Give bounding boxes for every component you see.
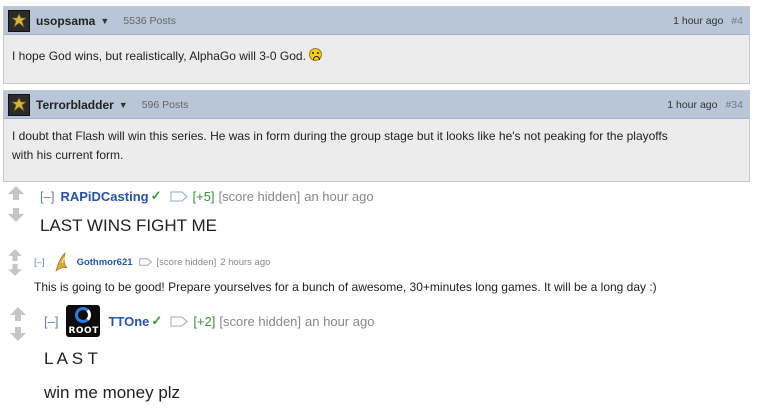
post-meta: 1 hour ago #4 [673,15,743,27]
score-hidden: [score hidden] [219,313,302,329]
post-body: I hope God wins, but realistically, Alph… [4,35,749,74]
frown-emoji-icon [308,48,322,61]
comment-score: [+5] [192,188,215,204]
forum-post: Terrorbladder ▼ 596 Posts 1 hour ago #34 … [3,90,750,182]
comment-text-line: L A S T [44,349,98,368]
vote-arrows [10,307,26,341]
post-author[interactable]: Terrorbladder [36,98,114,112]
downvote-arrow-icon[interactable] [10,327,26,341]
comment-time: an hour ago [305,313,375,329]
comment-author[interactable]: TTOne [108,314,149,329]
collapse-toggle[interactable]: [–] [40,189,54,204]
upvote-arrow-icon[interactable] [8,186,24,200]
post-text: I hope God wins, but realistically, Alph… [12,49,306,63]
vote-arrows [8,186,24,222]
chevron-down-icon[interactable]: ▼ [119,100,128,110]
verified-check-icon: ✓ [151,313,163,328]
post-meta: 1 hour ago #34 [667,99,743,111]
protoss-flair-icon [54,252,68,272]
upvote-arrow-icon[interactable] [10,307,26,321]
comment: [–] Gothmor621 [score hidden] 2 hours ag… [0,247,757,299]
flair-tag-icon [170,191,188,201]
comment: [–] ROOT TTOne ✓ [+2] [score hidden] an … [0,303,757,413]
collapse-toggle[interactable]: [–] [34,257,45,268]
verified-check-icon: ✓ [150,188,162,203]
post-number[interactable]: #34 [725,99,743,111]
comment-text: LAST WINS FIGHT ME [40,216,217,235]
score-hidden: [score hidden] [218,188,301,204]
guild-emblem-icon[interactable] [8,9,30,32]
downvote-arrow-icon[interactable] [8,208,24,222]
comment-score: [+2] [193,313,216,329]
flair-tag-icon [170,316,189,326]
comment-time: an hour ago [304,188,374,204]
post-time: 1 hour ago [667,98,718,111]
root-gaming-logo-icon: ROOT [66,305,101,337]
post-header: Terrorbladder ▼ 596 Posts 1 hour ago #34 [4,91,749,119]
comment-header: [–] ROOT TTOne ✓ [+2] [score hidden] an … [44,305,374,337]
comment-author[interactable]: RAPiDCasting [60,189,148,204]
post-author[interactable]: usopsama [36,14,95,28]
post-text-line: with his current form. [12,148,124,162]
root-logo-text: ROOT [68,326,99,336]
forum-post: usopsama ▼ 5536 Posts 1 hour ago #4 I hop… [3,6,750,84]
comment-text-line: win me money plz [44,383,181,402]
chevron-down-icon[interactable]: ▼ [100,16,109,26]
comment-time: 2 hours ago [220,256,271,268]
post-header: usopsama ▼ 5536 Posts 1 hour ago #4 [4,7,749,35]
post-body: I doubt that Flash will win this series.… [4,119,749,173]
vote-arrows [8,249,22,276]
comment-header: [–] RAPiDCasting ✓ [+5] [score hidden] a… [40,188,374,204]
post-number[interactable]: #4 [731,15,743,27]
collapse-toggle[interactable]: [–] [44,314,58,329]
flair-tag-icon [138,258,152,266]
post-text-line: I doubt that Flash will win this series.… [12,129,668,143]
comment: [–] RAPiDCasting ✓ [+5] [score hidden] a… [0,186,757,242]
post-count: 5536 Posts [123,14,176,27]
comment-author[interactable]: Gothmor621 [77,257,133,268]
post-time: 1 hour ago [673,14,724,27]
post-count: 596 Posts [141,98,189,111]
comment-text: This is going to be good! Prepare yourse… [34,280,657,294]
downvote-arrow-icon[interactable] [8,264,22,276]
score-hidden: [score hidden] [156,256,217,268]
guild-emblem-icon[interactable] [8,93,30,116]
upvote-arrow-icon[interactable] [8,249,22,261]
comment-header: [–] Gothmor621 [score hidden] 2 hours ag… [34,251,270,273]
